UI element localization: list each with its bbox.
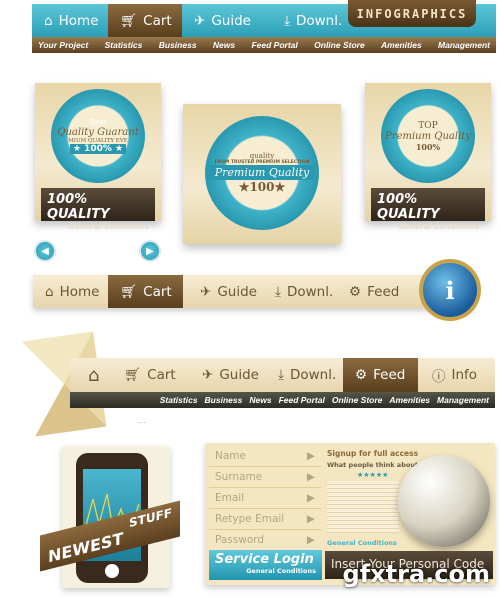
gear-icon: ⚙ [349, 283, 362, 300]
subnav-link[interactable]: News [249, 395, 271, 405]
signup-title: Signup for full access [327, 449, 419, 458]
quality-seal: Best Quality Guarant MIUM QUALITY EVE ★ … [51, 89, 145, 183]
arrow-right-icon: ▶ [306, 513, 315, 525]
quality-card-center: quality FROM TRUSTED PREMIUM SELECTION P… [183, 104, 341, 244]
plane-icon: ✈ [194, 12, 206, 29]
gear-icon: ⚙ [355, 367, 368, 383]
cart-icon: 🛒︎ [120, 12, 138, 29]
tab-cart[interactable]: 🛒︎ Cart [108, 4, 182, 37]
subnav-link[interactable]: Amenities [381, 40, 422, 50]
ellipsis: ... [138, 416, 146, 425]
watermark: gfxtra.com [342, 560, 490, 588]
download-icon: ⤓ [278, 367, 284, 383]
bottom-subnav: Statistics Business News Feed Portal Onl… [70, 392, 495, 408]
tab-guide[interactable]: ✈ Guide [188, 275, 268, 308]
arrow-right-icon: ▶ [306, 471, 315, 483]
tab-home[interactable]: ⌂ Home [33, 275, 108, 308]
tab-cart[interactable]: 🛒︎ Cart [112, 358, 182, 392]
subnav-link[interactable]: Management [438, 40, 490, 50]
arrow-right-icon: ▶ [306, 492, 315, 504]
download-icon: ⤓ [284, 12, 290, 29]
retype-email-field[interactable]: Retype Email ▶ [209, 510, 321, 530]
tab-download[interactable]: ⤓ Downl. [272, 4, 348, 37]
quality-card-left: Best Quality Guarant MIUM QUALITY EVE ★ … [35, 83, 161, 231]
tab-info[interactable]: ⓘ Info [420, 358, 495, 392]
home-icon: ⌂ [45, 283, 54, 300]
top-subnav: Your Project Statistics Business News Fe… [32, 37, 496, 53]
prev-arrow-button[interactable]: ◀ [34, 240, 56, 262]
subnav-link[interactable]: News [213, 40, 235, 50]
info-icon: ⓘ [432, 369, 446, 385]
sample-text-block [327, 481, 399, 533]
info-button[interactable]: i [419, 259, 481, 321]
quality-card-right: TOP Premium Quality 100% 100% QUALITY Gen… [365, 83, 491, 231]
subnav-link[interactable]: Your Project [38, 40, 88, 50]
plane-icon: ✈ [200, 283, 212, 300]
service-login-button[interactable]: Service Login General Conditions [209, 550, 322, 580]
home-icon: ⌂ [44, 12, 53, 29]
tab-home[interactable]: ⌂ [76, 358, 112, 392]
tab-feed[interactable]: ⚙ Feed [337, 275, 417, 308]
bottom-nav: ⌂ 🛒︎ Cart ✈ Guide ⤓ Downl. ⚙ Feed ⓘ Info [70, 358, 495, 392]
subnav-link[interactable]: Statistics [105, 40, 143, 50]
top-seal: TOP Premium Quality 100% [381, 89, 475, 183]
home-button-icon [105, 564, 119, 578]
next-arrow-button[interactable]: ▶ [139, 240, 161, 262]
subnav-link[interactable]: Feed Portal [251, 40, 297, 50]
arrow-right-icon: ▶ [306, 534, 315, 546]
plane-icon: ✈ [202, 367, 214, 383]
subnav-link[interactable]: Management [437, 395, 489, 405]
tab-download[interactable]: ⤓ Downl. [263, 275, 343, 308]
cart-icon: 🛒︎ [120, 283, 138, 300]
surname-field[interactable]: Surname ▶ [209, 468, 321, 488]
card-footer: 100% QUALITY General Conditions [41, 188, 155, 231]
home-icon: ⌂ [88, 364, 100, 386]
tab-guide[interactable]: ✈ Guide [190, 358, 266, 392]
subnav-link[interactable]: Online Store [332, 395, 383, 405]
rating-stars: ★★★★★ [357, 471, 389, 479]
tab-guide[interactable]: ✈ Guide [182, 4, 272, 37]
password-field[interactable]: Password ▶ [209, 531, 321, 551]
globe-illustration [398, 455, 490, 547]
tab-cart[interactable]: 🛒︎ Cart [108, 275, 183, 308]
tab-feed[interactable]: ⚙ Feed [343, 358, 418, 392]
subnav-link[interactable]: Business [159, 40, 197, 50]
subnav-link[interactable]: Statistics [160, 395, 198, 405]
subnav-link[interactable]: Feed Portal [279, 395, 325, 405]
middle-nav: ⌂ Home 🛒︎ Cart ✈ Guide ⤓ Downl. ⚙ Feed [33, 275, 473, 308]
subnav-link[interactable]: Amenities [389, 395, 430, 405]
general-conditions-link[interactable]: General Conditions [327, 539, 397, 547]
premium-seal: quality FROM TRUSTED PREMIUM SELECTION P… [205, 116, 319, 230]
subnav-link[interactable]: Business [205, 395, 243, 405]
cart-icon: 🛒︎ [124, 367, 142, 383]
tab-home[interactable]: ⌂ Home [32, 4, 108, 37]
brand-badge: Infographics [348, 0, 476, 27]
name-field[interactable]: Name ▶ [209, 447, 321, 467]
tab-download[interactable]: ⤓ Downl. [266, 358, 343, 392]
card-footer: 100% QUALITY General Conditions [371, 188, 485, 231]
email-field[interactable]: Email ▶ [209, 489, 321, 509]
download-icon: ⤓ [275, 283, 281, 300]
subnav-link[interactable]: Online Store [314, 40, 365, 50]
arrow-right-icon: ▶ [306, 450, 315, 462]
